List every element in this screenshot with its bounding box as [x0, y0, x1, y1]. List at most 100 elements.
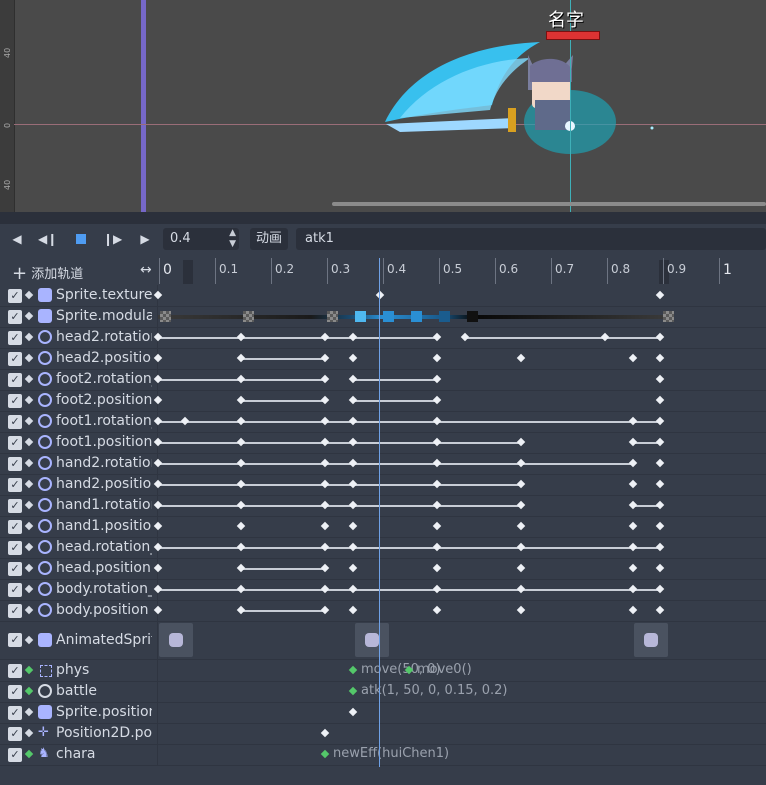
keyframe[interactable]: [153, 290, 163, 300]
track-row-battle[interactable]: ✓ battle atk(1, 50, 0, 0.15, 0.2): [0, 681, 766, 703]
track-enable-checkbox[interactable]: ✓: [8, 331, 22, 345]
play-icon[interactable]: ▶: [136, 230, 154, 248]
keyframe[interactable]: [180, 416, 190, 426]
keyframe[interactable]: [153, 332, 163, 342]
track-enable-checkbox[interactable]: ✓: [8, 633, 22, 647]
track-keys[interactable]: [153, 600, 766, 621]
keyframe[interactable]: [320, 395, 330, 405]
keyframe[interactable]: [320, 458, 330, 468]
keyframe[interactable]: [628, 437, 638, 447]
track-keys[interactable]: [153, 495, 766, 516]
keyframe[interactable]: [236, 458, 246, 468]
track-keys[interactable]: atk(1, 50, 0, 0.15, 0.2): [157, 681, 766, 702]
frame-thumbnail[interactable]: [634, 623, 668, 657]
keyframe[interactable]: [432, 542, 442, 552]
track-enable-checkbox[interactable]: ✓: [8, 664, 22, 678]
track-keys[interactable]: newEff(huiChen1): [157, 744, 766, 765]
keyframe[interactable]: [655, 332, 665, 342]
track-keys[interactable]: [153, 558, 766, 579]
color-keyframe[interactable]: [439, 311, 450, 322]
keyframe[interactable]: [628, 605, 638, 615]
keyframe[interactable]: [320, 728, 330, 738]
keyframe[interactable]: [320, 584, 330, 594]
color-keyframe[interactable]: [663, 311, 674, 322]
keyframe[interactable]: [655, 458, 665, 468]
track-row[interactable]: ✓ foot2.position: [0, 390, 766, 412]
keyframe[interactable]: [153, 521, 163, 531]
track-keys[interactable]: [153, 369, 766, 390]
keyframe[interactable]: [655, 290, 665, 300]
keyframe[interactable]: [320, 605, 330, 615]
keyframe[interactable]: [153, 353, 163, 363]
keyframe[interactable]: [655, 500, 665, 510]
keyframe[interactable]: [375, 290, 385, 300]
color-keyframe[interactable]: [355, 311, 366, 322]
animation-select[interactable]: atk1: [296, 228, 766, 250]
keyframe[interactable]: [348, 563, 358, 573]
track-row[interactable]: ✓ foot1.rotation_: [0, 411, 766, 433]
track-enable-checkbox[interactable]: ✓: [8, 706, 22, 720]
keyframe[interactable]: [655, 584, 665, 594]
track-row[interactable]: ✓ head2.position: [0, 348, 766, 370]
track-enable-checkbox[interactable]: ✓: [8, 436, 22, 450]
keyframe[interactable]: [348, 542, 358, 552]
keyframe[interactable]: [516, 584, 526, 594]
keyframe[interactable]: [236, 521, 246, 531]
keyframe[interactable]: [236, 353, 246, 363]
method-key[interactable]: [348, 665, 358, 675]
keyframe[interactable]: [628, 479, 638, 489]
keyframe[interactable]: [348, 332, 358, 342]
keyframe[interactable]: [655, 374, 665, 384]
track-row[interactable]: ✓ foot1.position: [0, 432, 766, 454]
track-row-position2d[interactable]: ✓ ✛ Position2D.po: [0, 723, 766, 745]
keyframe[interactable]: [348, 353, 358, 363]
track-row[interactable]: ✓ hand2.position: [0, 474, 766, 496]
track-keys[interactable]: [157, 306, 766, 327]
keyframe[interactable]: [516, 563, 526, 573]
track-row[interactable]: ✓ head2.rotation: [0, 327, 766, 349]
keyframe[interactable]: [320, 542, 330, 552]
keyframe[interactable]: [628, 416, 638, 426]
track-keys[interactable]: [153, 537, 766, 558]
keyframe[interactable]: [348, 707, 358, 717]
track-keys[interactable]: [153, 432, 766, 453]
keyframe[interactable]: [153, 395, 163, 405]
keyframe[interactable]: [655, 416, 665, 426]
keyframe[interactable]: [236, 374, 246, 384]
keyframe[interactable]: [655, 521, 665, 531]
keyframe[interactable]: [516, 521, 526, 531]
keyframe[interactable]: [153, 479, 163, 489]
keyframe[interactable]: [153, 416, 163, 426]
keyframe[interactable]: [655, 605, 665, 615]
color-keyframe[interactable]: [383, 311, 394, 322]
track-enable-checkbox[interactable]: ✓: [8, 352, 22, 366]
keyframe[interactable]: [348, 437, 358, 447]
keyframe[interactable]: [655, 563, 665, 573]
keyframe[interactable]: [655, 437, 665, 447]
keyframe[interactable]: [236, 332, 246, 342]
keyframe[interactable]: [655, 353, 665, 363]
color-keyframe[interactable]: [411, 311, 422, 322]
method-key[interactable]: [320, 749, 330, 759]
keyframe[interactable]: [516, 458, 526, 468]
panel-divider[interactable]: [0, 212, 766, 224]
keyframe[interactable]: [320, 563, 330, 573]
track-keys[interactable]: [153, 453, 766, 474]
track-keys[interactable]: move(50, 0) move0(): [157, 660, 766, 681]
keyframe[interactable]: [655, 542, 665, 552]
keyframe[interactable]: [432, 437, 442, 447]
keyframe[interactable]: [348, 458, 358, 468]
track-enable-checkbox[interactable]: ✓: [8, 415, 22, 429]
keyframe[interactable]: [516, 605, 526, 615]
keyframe[interactable]: [153, 500, 163, 510]
track-row-phys[interactable]: ✓ phys move(50, 0) move0(): [0, 660, 766, 682]
color-keyframe[interactable]: [467, 311, 478, 322]
keyframe[interactable]: [516, 542, 526, 552]
keyframe[interactable]: [516, 437, 526, 447]
color-keyframe[interactable]: [327, 311, 338, 322]
keyframe[interactable]: [236, 605, 246, 615]
keyframe[interactable]: [320, 479, 330, 489]
keyframe[interactable]: [236, 500, 246, 510]
keyframe[interactable]: [320, 500, 330, 510]
track-keys[interactable]: [157, 723, 766, 744]
